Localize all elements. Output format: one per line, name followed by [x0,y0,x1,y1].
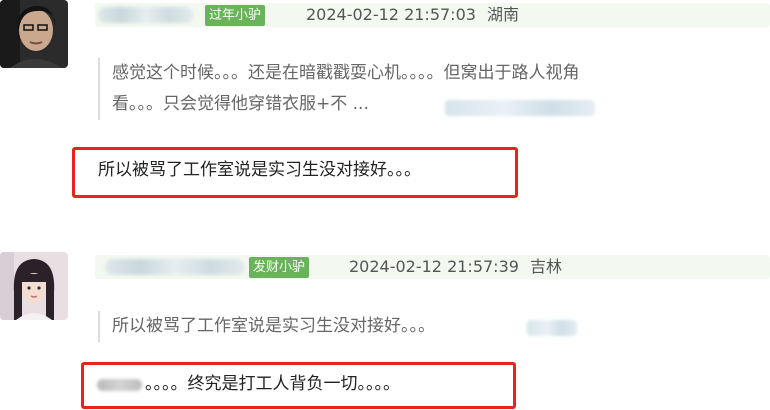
mention-blurred[interactable] [97,379,142,391]
avatar[interactable] [0,252,68,320]
username-blurred[interactable] [105,259,245,275]
comment-item: 发财小驴 2024-02-12 21:57:39 吉林 所以被骂了工作室说是实习… [0,0,770,410]
avatar-image [0,252,68,320]
quote-line: 所以被骂了工作室说是实习生没对接好。。。 [112,316,435,336]
reply-text: 。。。。终究是打工人背负一切。。。。 [145,374,400,394]
timestamp: 2024-02-12 21:57:39 [349,257,519,276]
location: 吉林 [530,257,563,276]
quoted-username-blurred[interactable] [527,320,577,336]
quoted-comment: 所以被骂了工作室说是实习生没对接好。。。 [98,311,758,342]
fan-badge[interactable]: 发财小驴 [249,257,310,278]
